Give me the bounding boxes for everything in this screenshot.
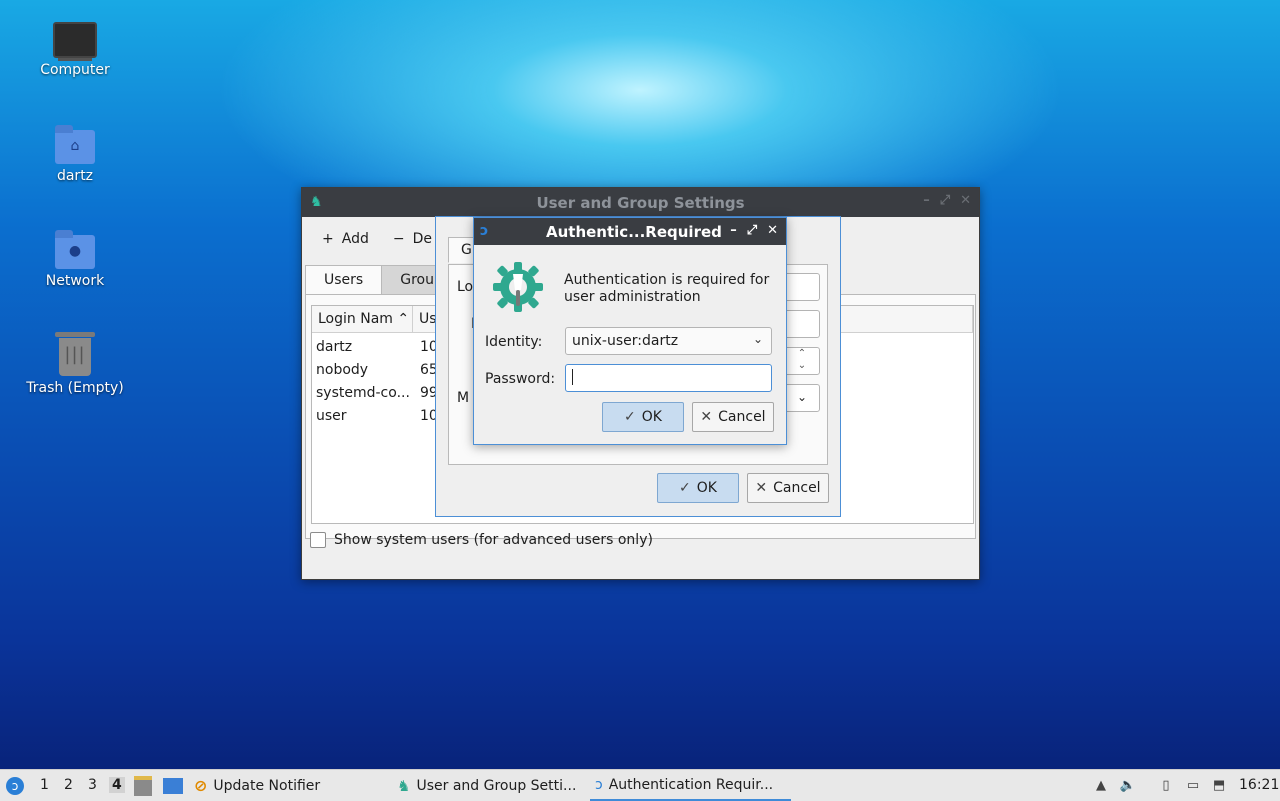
desktop-icon-computer[interactable]: Computer xyxy=(20,18,130,78)
show-system-users-label: Show system users (for advanced users on… xyxy=(334,532,653,548)
cell-login: dartz xyxy=(316,338,353,355)
auth-ok-button[interactable]: ✓ OK xyxy=(602,402,684,432)
tab-users[interactable]: Users xyxy=(305,265,383,295)
ok-label: OK xyxy=(641,409,662,425)
password-label: Password: xyxy=(485,371,556,387)
users-app-icon: ♞ xyxy=(310,194,323,210)
desktop-icon-home[interactable]: ⌂ dartz xyxy=(20,122,130,184)
column-login-name[interactable]: Login Nam ⌃ xyxy=(312,306,413,332)
text-cursor xyxy=(572,369,573,385)
uid-spinner[interactable]: ⌃ ⌄ xyxy=(784,347,820,375)
cell-login: systemd-co... xyxy=(316,384,410,401)
identity-select[interactable]: unix-user:dartz ⌄ xyxy=(565,327,772,355)
close-icon[interactable]: ✕ xyxy=(767,223,778,238)
taskbar: ↄ 1 2 3 4 ⊘ Update Notifier ♞ User and G… xyxy=(0,769,1280,801)
sort-up-icon: ⌃ xyxy=(397,311,410,327)
clipboard-icon[interactable]: ▯ xyxy=(1157,776,1175,794)
network-folder-icon: ● xyxy=(55,230,95,269)
field-label: Lo xyxy=(457,279,474,295)
identity-value: unix-user:dartz xyxy=(572,333,679,349)
check-icon: ✓ xyxy=(679,480,691,496)
auth-message: Authentication is required for user admi… xyxy=(564,272,770,305)
show-system-users-row[interactable]: Show system users (for advanced users on… xyxy=(310,532,653,548)
task-label: User and Group Setti... xyxy=(416,777,577,794)
cell-login: nobody xyxy=(316,361,369,378)
auth-title: Authentic...Required xyxy=(546,222,722,241)
auth-app-icon: ↄ xyxy=(480,223,489,239)
system-settings-gear-icon xyxy=(493,262,543,312)
home-folder-icon: ⌂ xyxy=(55,125,95,164)
desktop-icon-network[interactable]: ● Network xyxy=(20,227,130,289)
full-name-field[interactable] xyxy=(784,310,820,338)
network-icon[interactable]: ▭ xyxy=(1184,776,1202,794)
quicklaunch-show-desktop[interactable] xyxy=(163,770,183,801)
ok-label: OK xyxy=(696,480,717,496)
show-desktop-icon xyxy=(163,777,183,794)
start-menu-icon: ↄ xyxy=(6,776,24,795)
tray-arrow-icon[interactable]: ▲ xyxy=(1092,776,1110,794)
desktop-icon-label: dartz xyxy=(56,168,94,184)
add-label: Add xyxy=(341,231,369,247)
dialog-ok-button[interactable]: ✓ OK xyxy=(657,473,739,503)
workspace-2[interactable]: 2 xyxy=(64,777,73,793)
chevron-down-icon: ⌄ xyxy=(752,332,763,346)
x-icon: ✕ xyxy=(755,480,768,496)
dialog-cancel-button[interactable]: ✕ Cancel xyxy=(747,473,829,503)
file-manager-icon xyxy=(134,775,152,796)
users-app-icon: ♞ xyxy=(397,776,411,795)
identity-label: Identity: xyxy=(485,334,543,350)
check-icon: ✓ xyxy=(624,409,636,425)
update-available-icon[interactable]: ⬒ xyxy=(1210,776,1228,794)
start-menu-button[interactable]: ↄ xyxy=(6,770,24,801)
login-name-field[interactable] xyxy=(784,273,820,301)
delete-button[interactable]: − De xyxy=(393,231,432,247)
cancel-label: Cancel xyxy=(773,480,821,496)
column-label: Login Nam xyxy=(318,311,393,327)
desktop-icon-label: Trash (Empty) xyxy=(26,380,124,396)
authentication-dialog: ↄ Authentic...Required – ⤢ ✕ Authenticat… xyxy=(473,217,787,445)
workspace-3[interactable]: 3 xyxy=(88,777,97,793)
x-icon: ✕ xyxy=(700,409,713,425)
plus-icon: + xyxy=(322,231,334,247)
task-label: Authentication Requir... xyxy=(608,776,774,793)
desktop-icon-label: Computer xyxy=(40,62,110,78)
auth-cancel-button[interactable]: ✕ Cancel xyxy=(692,402,774,432)
maximize-icon[interactable]: ⤢ xyxy=(940,193,950,208)
cancel-label: Cancel xyxy=(718,409,766,425)
show-system-users-checkbox[interactable] xyxy=(310,532,326,548)
auth-titlebar[interactable]: ↄ Authentic...Required – ⤢ ✕ xyxy=(474,218,786,245)
group-select[interactable]: ⌄ xyxy=(784,384,820,412)
minus-icon: − xyxy=(392,231,405,247)
window-title: User and Group Settings xyxy=(536,193,745,212)
task-update-notifier[interactable]: ⊘ Update Notifier xyxy=(194,770,384,801)
volume-icon[interactable]: 🔈 xyxy=(1119,776,1137,794)
task-user-group-settings[interactable]: ♞ User and Group Setti... xyxy=(397,770,582,801)
trash-icon: ||| xyxy=(55,332,95,376)
computer-icon xyxy=(53,22,97,58)
task-authentication[interactable]: ↄ Authentication Requir... xyxy=(590,770,791,801)
auth-icon: ↄ xyxy=(595,776,603,793)
field-label: M xyxy=(457,390,470,406)
close-icon[interactable]: ✕ xyxy=(960,193,971,208)
desktop-icon-trash[interactable]: ||| Trash (Empty) xyxy=(20,332,130,396)
delete-label: De xyxy=(412,231,432,247)
minimize-icon[interactable]: – xyxy=(923,193,930,208)
quicklaunch-file-manager[interactable] xyxy=(134,770,152,801)
password-field[interactable] xyxy=(565,364,772,392)
minimize-icon[interactable]: – xyxy=(730,223,737,238)
add-button[interactable]: + Add xyxy=(322,231,369,247)
clock[interactable]: 16:21 xyxy=(1239,777,1279,793)
window-titlebar[interactable]: ♞ User and Group Settings – ⤢ ✕ xyxy=(302,188,979,217)
update-notifier-icon: ⊘ xyxy=(194,776,208,795)
workspace-4[interactable]: 4 xyxy=(109,777,125,793)
workspace-1[interactable]: 1 xyxy=(40,777,49,793)
maximize-icon[interactable]: ⤢ xyxy=(747,223,757,238)
cell-login: user xyxy=(316,407,347,424)
task-label: Update Notifier xyxy=(213,777,321,794)
desktop-icon-label: Network xyxy=(45,273,105,289)
